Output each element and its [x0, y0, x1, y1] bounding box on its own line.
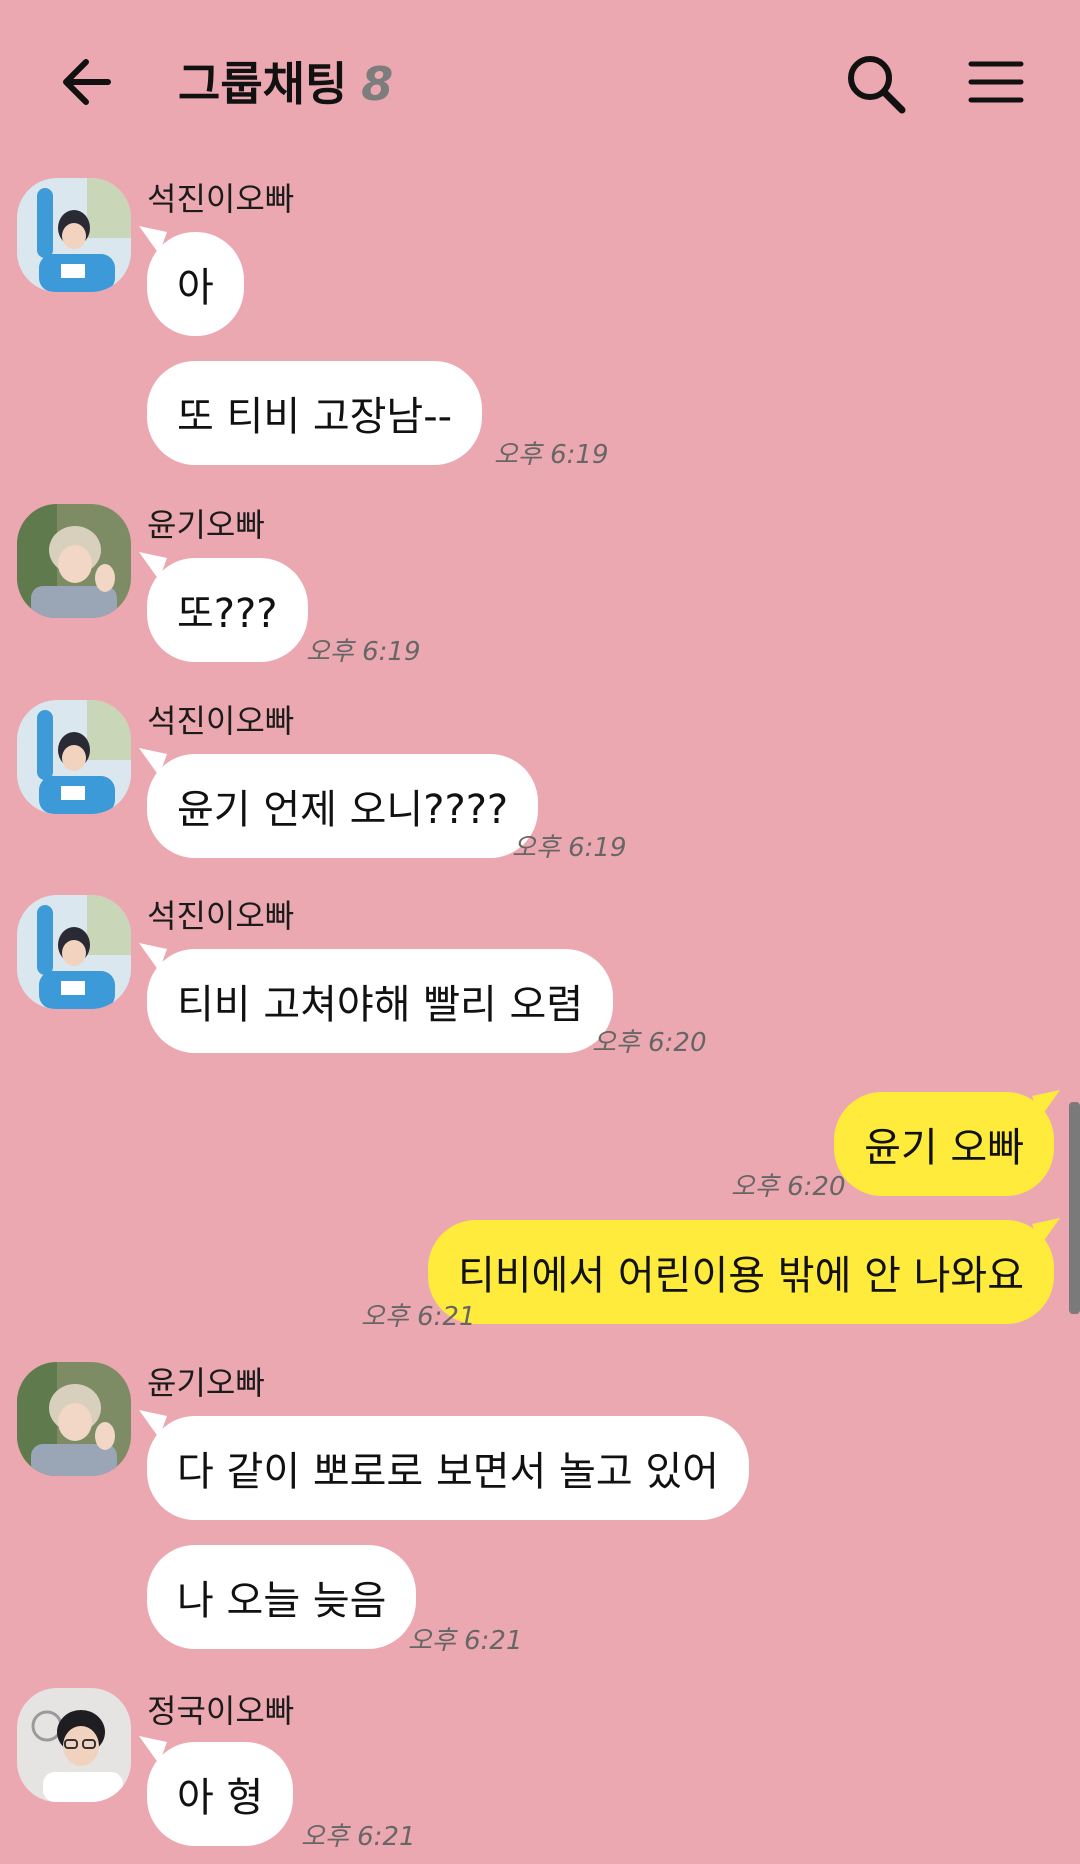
sender-name: 윤기오빠	[147, 1364, 265, 1402]
sender-name: 석진이오빠	[147, 702, 295, 740]
message-time: 오후 6:20	[731, 1172, 846, 1202]
member-count: 8	[361, 57, 394, 111]
message-time: 오후 6:21	[408, 1626, 523, 1656]
message-bubble[interactable]: 나 오늘 늦음	[147, 1545, 417, 1649]
message-bubble[interactable]: 다 같이 뽀로로 보면서 놀고 있어	[147, 1416, 749, 1520]
chat-header: 그룹채팅 8	[0, 0, 1080, 160]
message-time: 오후 6:19	[306, 637, 421, 667]
message-bubble[interactable]: 티비 고쳐야해 빨리 오렴	[147, 949, 614, 1053]
avatar[interactable]	[17, 504, 131, 618]
avatar[interactable]	[17, 895, 131, 1009]
search-icon[interactable]	[844, 52, 908, 116]
message-time: 오후 6:21	[361, 1302, 476, 1332]
hamburger-menu-icon[interactable]	[968, 58, 1024, 106]
message-bubble[interactable]: 또???	[147, 558, 308, 662]
sender-name: 정국이오빠	[147, 1692, 295, 1730]
message-time: 오후 6:20	[592, 1028, 707, 1058]
message-time: 오후 6:19	[512, 833, 627, 863]
message-bubble[interactable]: 아 형	[147, 1742, 294, 1846]
sender-name: 윤기오빠	[147, 506, 265, 544]
message-time: 오후 6:21	[301, 1822, 416, 1852]
avatar[interactable]	[17, 1688, 131, 1802]
chat-title-text: 그룹채팅	[178, 57, 348, 111]
message-bubble[interactable]: 윤기 언제 오니????	[147, 754, 539, 858]
my-message-bubble[interactable]: 티비에서 어린이용 밖에 안 나와요	[427, 1220, 1054, 1324]
message-bubble[interactable]: 아	[147, 232, 244, 336]
avatar[interactable]	[17, 1362, 131, 1476]
avatar[interactable]	[17, 178, 131, 292]
scrollbar[interactable]	[1069, 1102, 1080, 1314]
arrow-left-icon[interactable]	[58, 54, 118, 110]
my-message-bubble[interactable]: 윤기 오빠	[834, 1092, 1054, 1196]
message-time: 오후 6:19	[494, 440, 609, 470]
sender-name: 석진이오빠	[147, 180, 295, 218]
chat-title: 그룹채팅 8	[178, 48, 393, 114]
sender-name: 석진이오빠	[147, 897, 295, 935]
avatar[interactable]	[17, 700, 131, 814]
message-bubble[interactable]: 또 티비 고장남--	[147, 361, 483, 465]
